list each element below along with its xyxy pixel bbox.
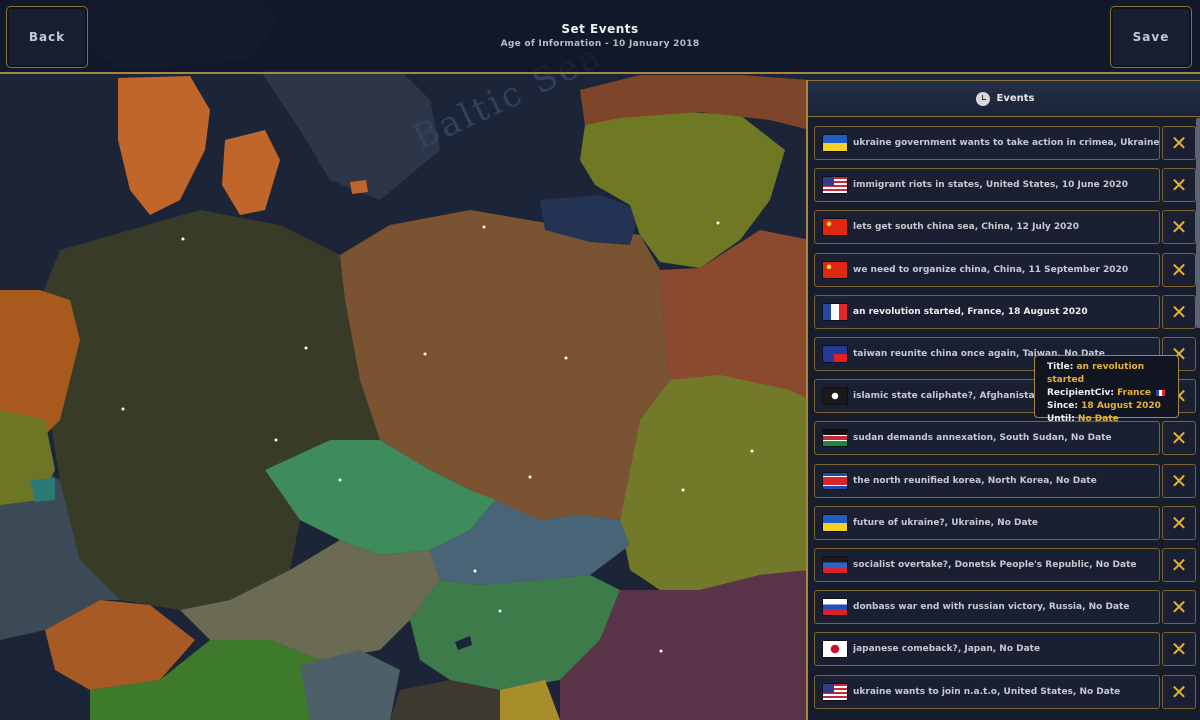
event-entry[interactable]: lets get south china sea, China, 12 July… <box>814 210 1160 245</box>
china-flag-icon <box>823 261 847 278</box>
event-label: we need to organize china, China, 11 Sep… <box>853 264 1129 275</box>
event-entry[interactable]: the north reunified korea, North Korea, … <box>814 463 1160 498</box>
delete-event-button[interactable]: ✕ <box>1162 126 1196 160</box>
tooltip-since-key: Since: <box>1047 401 1082 411</box>
event-entry[interactable]: ukraine wants to join n.a.t.o, United St… <box>814 674 1160 709</box>
event-entry[interactable]: donbass war end with russian victory, Ru… <box>814 590 1160 625</box>
delete-event-button[interactable]: ✕ <box>1162 463 1196 498</box>
event-label: ukraine wants to join n.a.t.o, United St… <box>853 686 1121 697</box>
event-entry[interactable]: an revolution started, France, 18 August… <box>814 294 1160 329</box>
event-label: socialist overtake?, Donetsk People's Re… <box>853 560 1137 570</box>
event-row[interactable]: immigrant riots in states, United States… <box>814 168 1196 203</box>
page-subtitle: Age of Information - 10 January 2018 <box>500 39 700 49</box>
south-sudan-flag-icon <box>823 430 847 447</box>
delete-event-button[interactable]: ✕ <box>1162 210 1196 245</box>
japan-flag-icon <box>823 641 847 658</box>
event-entry[interactable]: future of ukraine?, Ukraine, No Date <box>814 505 1160 540</box>
event-row[interactable]: japanese comeback?, Japan, No Date ✕ <box>814 632 1196 667</box>
event-row[interactable]: the north reunified korea, North Korea, … <box>814 463 1196 498</box>
delete-event-button[interactable]: ✕ <box>1162 421 1196 456</box>
save-button[interactable]: Save <box>1110 6 1192 68</box>
event-label: future of ukraine?, Ukraine, No Date <box>853 517 1038 528</box>
back-button[interactable]: Back <box>6 6 88 68</box>
event-row[interactable]: lets get south china sea, China, 12 July… <box>814 210 1196 245</box>
delete-event-button[interactable]: ✕ <box>1162 590 1196 625</box>
usa-flag-icon <box>823 683 847 700</box>
afghanistan-flag-icon <box>823 388 847 405</box>
event-entry[interactable]: immigrant riots in states, United States… <box>814 168 1160 203</box>
event-entry[interactable]: we need to organize china, China, 11 Sep… <box>814 252 1160 287</box>
event-entry[interactable]: sudan demands annexation, South Sudan, N… <box>814 421 1160 456</box>
tooltip-since-value: 18 August 2020 <box>1081 401 1161 411</box>
event-label: islamic state caliphate?, Afghanistan <box>853 391 1041 402</box>
event-label: the north reunified korea, North Korea, … <box>853 475 1097 486</box>
event-entry[interactable]: japanese comeback?, Japan, No Date <box>814 632 1160 667</box>
event-row[interactable]: donbass war end with russian victory, Ru… <box>814 590 1196 625</box>
event-row[interactable]: ukraine government wants to take action … <box>814 126 1196 160</box>
tooltip-until-value: No Date <box>1077 414 1119 424</box>
event-row[interactable]: sudan demands annexation, South Sudan, N… <box>814 421 1196 456</box>
event-row[interactable]: ukraine wants to join n.a.t.o, United St… <box>814 674 1196 709</box>
france-flag-icon <box>823 303 847 320</box>
tooltip-civ-key: RecipientCiv: <box>1047 388 1118 398</box>
event-label: sudan demands annexation, South Sudan, N… <box>853 433 1112 444</box>
north-korea-flag-icon <box>823 472 847 489</box>
tooltip-until-key: Until: <box>1047 414 1078 424</box>
clock-icon <box>975 91 990 106</box>
event-row[interactable]: future of ukraine?, Ukraine, No Date ✕ <box>814 505 1196 540</box>
delete-event-button[interactable]: ✕ <box>1162 168 1196 203</box>
china-flag-icon <box>823 219 847 236</box>
ukraine-flag-icon <box>823 514 847 531</box>
event-row[interactable]: we need to organize china, China, 11 Sep… <box>814 252 1196 287</box>
event-label: ukraine government wants to take action … <box>853 138 1159 148</box>
delete-event-button[interactable]: ✕ <box>1162 674 1196 709</box>
delete-event-button[interactable]: ✕ <box>1162 294 1196 329</box>
event-label: donbass war end with russian victory, Ru… <box>853 602 1130 613</box>
event-row[interactable]: socialist overtake?, Donetsk People's Re… <box>814 548 1196 582</box>
event-label: lets get south china sea, China, 12 July… <box>853 222 1079 233</box>
russia-flag-icon <box>823 599 847 616</box>
delete-event-button[interactable]: ✕ <box>1162 548 1196 582</box>
event-entry[interactable]: socialist overtake?, Donetsk People's Re… <box>814 548 1160 582</box>
taiwan-flag-icon <box>823 346 847 362</box>
scrollbar[interactable] <box>1196 118 1200 328</box>
events-panel-header: Events <box>808 80 1200 117</box>
usa-flag-icon <box>823 177 847 194</box>
event-row[interactable]: an revolution started, France, 18 August… <box>814 294 1196 329</box>
bornholm <box>350 180 368 194</box>
delete-event-button[interactable]: ✕ <box>1162 505 1196 540</box>
event-label: japanese comeback?, Japan, No Date <box>853 644 1041 655</box>
event-label: an revolution started, France, 18 August… <box>853 306 1088 317</box>
delete-event-button[interactable]: ✕ <box>1162 632 1196 667</box>
event-label: immigrant riots in states, United States… <box>853 180 1128 191</box>
ukraine-flag-icon <box>823 135 847 151</box>
page-title: Set Events <box>561 22 639 36</box>
tooltip-title-key: Title: <box>1047 362 1077 372</box>
france-flag-icon <box>1156 389 1166 396</box>
tooltip-civ-value: France <box>1117 388 1152 398</box>
event-tooltip: Title: an revolution started RecipientCi… <box>1034 355 1179 424</box>
top-bar: Back Set Events Age of Information - 10 … <box>0 0 1200 74</box>
donetsk-flag-icon <box>823 557 847 573</box>
event-entry[interactable]: ukraine government wants to take action … <box>814 126 1160 160</box>
events-panel-title: Events <box>996 93 1035 104</box>
delete-event-button[interactable]: ✕ <box>1162 252 1196 287</box>
